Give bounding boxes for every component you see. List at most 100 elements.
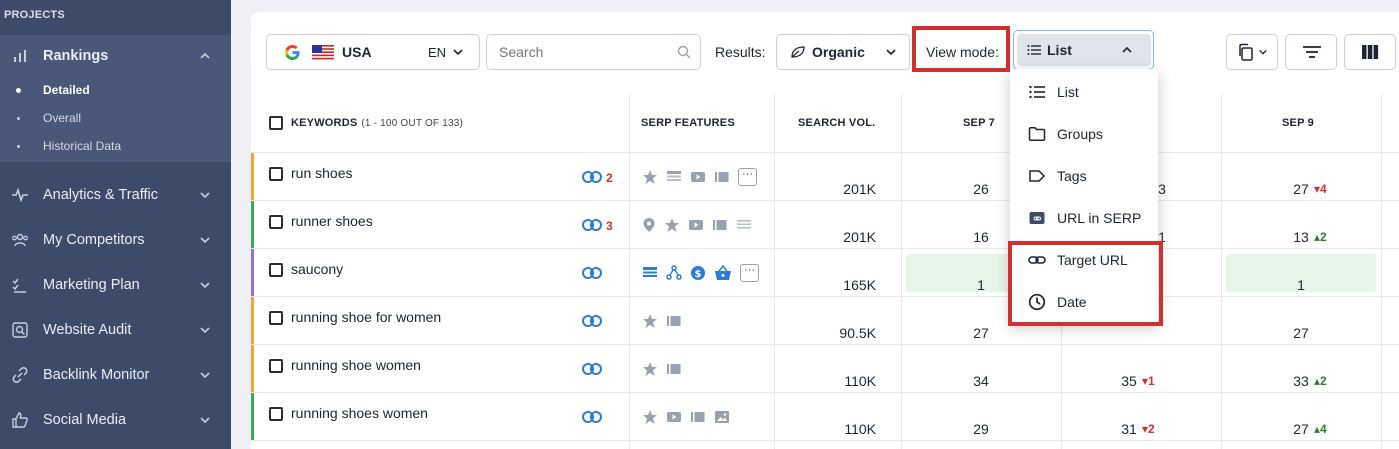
search-input[interactable] xyxy=(499,43,664,61)
date-header-sep9[interactable]: SEP 9 xyxy=(1282,94,1314,152)
serp-features xyxy=(642,312,682,330)
columns-button[interactable] xyxy=(1344,34,1396,70)
highlight-view-mode-label xyxy=(912,26,1010,72)
position-sep8: 35 xyxy=(1121,373,1137,389)
sidebar-header: PROJECTS xyxy=(4,9,65,21)
delta-value: 1 xyxy=(1148,374,1155,388)
row-checkbox[interactable] xyxy=(269,215,283,229)
dropdown-item-tags[interactable]: Tags xyxy=(1010,155,1158,197)
view-mode-selector[interactable]: List xyxy=(1013,30,1154,70)
sidebar-item-marketing-plan[interactable]: Marketing Plan xyxy=(0,270,231,300)
video-icon xyxy=(691,172,705,182)
sidebar-item-social-media[interactable]: Social Media xyxy=(0,405,231,435)
bar-chart-icon xyxy=(14,50,26,62)
sidebar-subitem-overall[interactable]: Overall xyxy=(0,107,231,129)
row-checkbox[interactable] xyxy=(269,359,283,373)
search-volume: 90.5K xyxy=(839,325,876,341)
results-value: Organic xyxy=(812,44,865,60)
link-icon[interactable] xyxy=(582,362,602,376)
delta-value: 2 xyxy=(1148,422,1155,436)
link-icon[interactable] xyxy=(582,314,602,328)
keyword-text[interactable]: running shoe women xyxy=(291,357,421,373)
serp-features-header[interactable]: SERP FEATURES xyxy=(641,94,735,152)
link-icon[interactable] xyxy=(582,410,602,424)
more-features-button[interactable]: ··· xyxy=(740,264,759,282)
sidebar-item-label: Marketing Plan xyxy=(43,277,140,293)
chevron-down-icon[interactable] xyxy=(199,279,211,291)
chevron-down-icon[interactable] xyxy=(199,234,211,246)
row-checkbox[interactable] xyxy=(269,407,283,421)
star-icon xyxy=(643,314,657,328)
table-row[interactable]: run shoes 2 ··· 201K 26 27 ▾4 xyxy=(251,153,1399,201)
row-checkbox[interactable] xyxy=(269,311,283,325)
svg-text:$: $ xyxy=(695,269,702,280)
row-checkbox[interactable] xyxy=(269,167,283,181)
carousel-icon xyxy=(667,364,681,374)
sidebar-subitem-label: Historical Data xyxy=(43,139,122,153)
carousel-icon xyxy=(715,172,729,182)
map-pin-icon xyxy=(643,218,655,232)
link-icon[interactable] xyxy=(582,218,602,232)
video-icon xyxy=(689,220,703,230)
keyword-text[interactable]: running shoes women xyxy=(291,405,428,421)
keyword-text[interactable]: run shoes xyxy=(291,165,352,181)
more-features-button[interactable]: ··· xyxy=(738,168,757,186)
filter-button[interactable] xyxy=(1285,34,1337,70)
sidebar-item-label: Backlink Monitor xyxy=(43,367,150,383)
chevron-down-icon[interactable] xyxy=(199,414,211,426)
sidebar-item-competitors[interactable]: My Competitors xyxy=(0,225,231,255)
search-volume: 110K xyxy=(844,421,876,437)
row-checkbox[interactable] xyxy=(269,263,283,277)
table-row[interactable]: running shoe for women 90.5K 27 27 xyxy=(251,297,1399,345)
google-icon xyxy=(284,44,300,60)
position-sep8: 31 xyxy=(1121,421,1137,437)
sidebar-item-rankings[interactable]: Rankings xyxy=(0,41,231,71)
link-icon[interactable] xyxy=(582,170,602,184)
folder-icon xyxy=(1028,127,1046,141)
delta-value: 4 xyxy=(1320,182,1327,196)
sidebar-item-label: Rankings xyxy=(43,48,109,64)
table-row[interactable]: saucony $ ··· 165K 1 1 xyxy=(251,249,1399,297)
search-box[interactable] xyxy=(486,34,701,70)
pulse-icon xyxy=(12,187,28,203)
table-row[interactable]: running shoe women 110K 34 35 ▾1 33 ▴2 xyxy=(251,345,1399,393)
sidebar-item-website-audit[interactable]: Website Audit xyxy=(0,315,231,345)
sidebar: PROJECTS Rankings Detailed Overall Histo… xyxy=(0,0,231,449)
sidebar-subitem-historical-data[interactable]: Historical Data xyxy=(0,135,231,157)
star-icon xyxy=(643,362,657,376)
keyword-text[interactable]: running shoe for women xyxy=(291,309,441,325)
dropdown-item-groups[interactable]: Groups xyxy=(1010,113,1158,155)
position-sep9: 27 xyxy=(1293,181,1309,197)
sidebar-item-analytics[interactable]: Analytics & Traffic xyxy=(0,180,231,210)
table-row[interactable]: running shoes women 110K 29 31 ▾2 27 ▴4 xyxy=(251,393,1399,441)
keywords-header[interactable]: KEYWORDS (1 - 100 OUT OF 133) xyxy=(291,94,463,152)
chevron-down-icon[interactable] xyxy=(199,189,211,201)
keyword-text[interactable]: saucony xyxy=(291,261,343,277)
language-label: EN xyxy=(428,44,447,60)
sitelinks-icon xyxy=(666,265,682,280)
country-selector[interactable]: USA EN xyxy=(266,34,480,70)
table-row[interactable]: runner shoes 3 201K 16 13 ▴2 xyxy=(251,201,1399,249)
search-volume-header[interactable]: SEARCH VOL. xyxy=(798,94,875,152)
delta-up-sep9: ▴4 xyxy=(1314,422,1327,436)
chevron-down-icon[interactable] xyxy=(199,369,211,381)
link-icon[interactable] xyxy=(582,266,602,280)
date-header-sep7[interactable]: SEP 7 xyxy=(963,94,995,152)
chevron-down-icon[interactable] xyxy=(199,324,211,336)
position-sep7: 27 xyxy=(973,325,989,341)
dropdown-item-list[interactable]: List xyxy=(1010,71,1158,113)
sidebar-item-label: Analytics & Traffic xyxy=(43,187,158,203)
copy-button[interactable] xyxy=(1226,34,1278,70)
results-selector[interactable]: Organic xyxy=(776,34,910,70)
chevron-up-icon[interactable] xyxy=(199,50,211,62)
keyword-text[interactable]: runner shoes xyxy=(291,213,373,229)
dropdown-item-url-in-serp[interactable]: URL in SERP xyxy=(1010,197,1158,239)
select-all-checkbox[interactable] xyxy=(269,116,283,130)
position-sep9: 33 xyxy=(1293,373,1309,389)
sidebar-subitem-detailed[interactable]: Detailed xyxy=(0,79,231,101)
bullet-dot xyxy=(16,87,21,93)
sidebar-item-backlink-monitor[interactable]: Backlink Monitor xyxy=(0,360,231,390)
leaf-icon xyxy=(791,46,805,58)
position-sep7: 34 xyxy=(973,373,989,389)
search-icon[interactable] xyxy=(677,45,691,59)
